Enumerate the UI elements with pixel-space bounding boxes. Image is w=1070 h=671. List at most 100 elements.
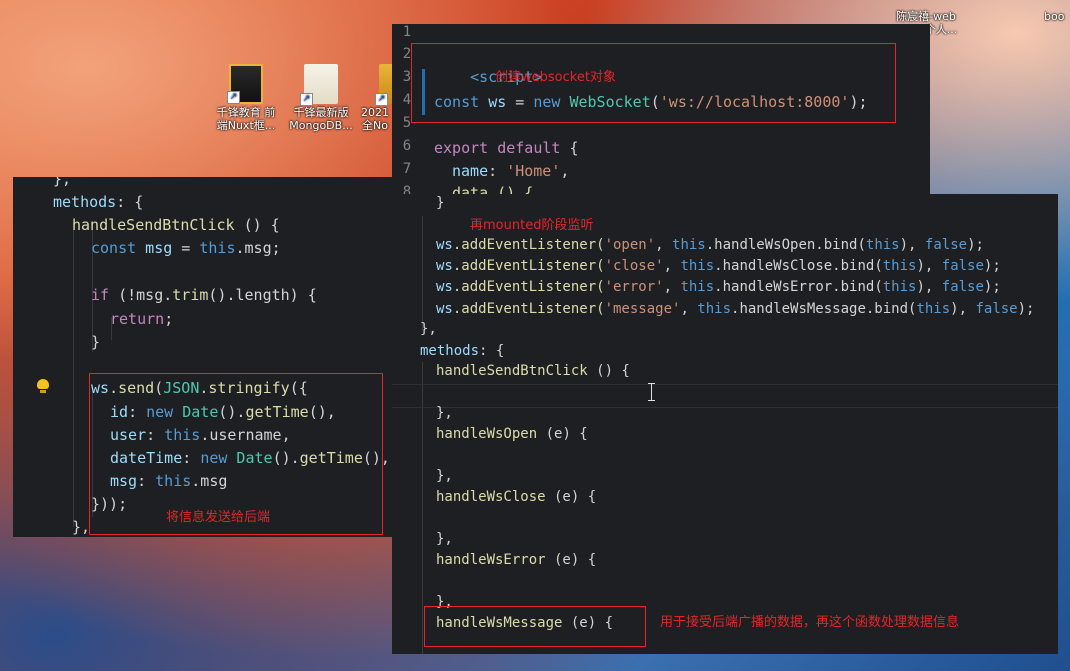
code-token: handleWsClose [436, 489, 546, 505]
code-token: } [91, 333, 101, 351]
code-line: handleWsClose (e) { [436, 486, 596, 508]
desktop-icon-boo[interactable]: boo [1044, 10, 1070, 23]
code-token: .addEventListener( [452, 301, 605, 317]
code-line: handleWsOpen (e) { [436, 423, 588, 445]
line-number: 1 [402, 24, 412, 40]
code-token: ().length) { [208, 286, 317, 304]
code-token: ); [983, 279, 1001, 295]
code-token: methods [420, 343, 480, 359]
code-line: name: 'Home', [452, 160, 569, 182]
desktop-icon-label: boo [1044, 10, 1065, 23]
code-line: data () { [452, 182, 533, 194]
code-token: () { [234, 216, 280, 234]
code-token: this [680, 279, 715, 295]
code-editor-right[interactable]: } ws.addEventListener('open', this.handl… [392, 194, 1058, 654]
code-token: this [865, 237, 900, 253]
code-token: this [882, 279, 917, 295]
annotation-message: 用于接受后端广播的数据，再这个函数处理数据信息 [660, 615, 960, 630]
code-token: this [199, 239, 236, 257]
shortcut-arrow-icon: ↗ [375, 93, 388, 106]
code-token: ws [436, 237, 453, 253]
code-line: ws.addEventListener('close', this.handle… [436, 255, 1001, 277]
code-token: 'open' [604, 237, 656, 253]
code-token: msg [136, 239, 173, 257]
code-token: .addEventListener( [452, 258, 605, 274]
code-token: }, [72, 518, 91, 536]
code-token: const [91, 239, 137, 257]
code-token: .addEventListener( [452, 279, 605, 295]
code-token: handleWsError [436, 552, 546, 568]
code-token: { [560, 139, 579, 157]
code-line: } [91, 331, 100, 353]
code-line: export default { [434, 137, 579, 159]
code-token: false [924, 237, 968, 253]
code-token: this [672, 237, 706, 253]
desktop-icon-label: 全No [362, 119, 388, 132]
code-token: ; [164, 310, 174, 328]
annotation-send: 将信息发送给后端 [166, 510, 271, 525]
code-token: , [680, 301, 698, 317]
desktop-icon-label: MongoDB... [289, 119, 353, 132]
code-token: handleSendBtnClick [72, 216, 235, 234]
text-cursor-icon [648, 382, 656, 402]
code-line: } [436, 194, 444, 214]
code-token: data () { [452, 184, 534, 194]
indent-guide [73, 222, 74, 527]
code-line: }, [436, 465, 453, 487]
code-token: handleWsOpen [436, 426, 538, 442]
annotation-create-ws: 创建websocket对象 [495, 70, 616, 85]
code-line: }, [53, 177, 71, 190]
code-token: return [110, 310, 165, 328]
code-line: }, [436, 528, 453, 550]
code-token: ), [899, 237, 925, 253]
code-token: ); [967, 237, 984, 253]
shortcut-arrow-icon: ↗ [227, 91, 240, 104]
code-token: this [916, 301, 951, 317]
shortcut-arrow-icon: ↗ [300, 93, 313, 106]
code-token: () { [587, 363, 630, 379]
code-token: : { [479, 343, 505, 359]
code-line: }, [72, 516, 90, 537]
code-line: const msg = this.msg; [91, 237, 281, 259]
code-token: 'error' [604, 279, 664, 295]
code-token: false [941, 258, 984, 274]
code-token: (e) { [537, 426, 588, 442]
code-token: ), [950, 301, 976, 317]
code-token: false [941, 279, 984, 295]
code-token: }, [436, 468, 453, 484]
code-token: .handleWsClose.bind( [714, 258, 883, 274]
code-token: ws [436, 279, 453, 295]
code-token: 'message' [604, 301, 681, 317]
code-token: .handleWsError.bind( [714, 279, 883, 295]
code-token: (e) { [545, 489, 597, 505]
code-token: ws [436, 258, 453, 274]
desktop-icon-label: 千锋最新版 [293, 106, 349, 119]
desktop-icon-qianfeng-nuxt[interactable]: ↗ 千锋教育 前 端Nuxt框... [208, 64, 284, 132]
code-line: ws.addEventListener('message', this.hand… [436, 298, 1034, 320]
desktop-icon-label: 陈宸禧-web [896, 10, 956, 23]
code-token: if [91, 286, 110, 304]
lightbulb-icon[interactable] [37, 379, 49, 393]
code-token: name [452, 162, 489, 180]
code-line: handleSendBtnClick () { [436, 360, 630, 382]
code-token: methods [53, 193, 117, 211]
line-number: 6 [402, 138, 412, 154]
code-token: ws [436, 301, 453, 317]
code-token: ), [916, 258, 942, 274]
code-token: ); [983, 258, 1001, 274]
code-line: }, [436, 402, 453, 424]
code-token: ), [916, 279, 942, 295]
code-token: trim [172, 286, 209, 304]
desktop-icon-qianfeng-mongodb[interactable]: ↗ 千锋最新版 MongoDB... [283, 64, 359, 132]
code-token: this [697, 301, 732, 317]
code-token: .addEventListener( [452, 237, 605, 253]
indent-guide [422, 216, 423, 331]
folder-icon: ↗ [227, 64, 263, 104]
code-token: this [680, 258, 715, 274]
code-token: : { [116, 193, 144, 211]
code-token: }, [420, 321, 437, 337]
code-token: ); [1017, 301, 1035, 317]
desktop-icon-label: 千锋教育 前 [216, 106, 276, 119]
desktop-icon-2021[interactable]: ↗ 2021 全No [355, 64, 397, 132]
code-token: (e) { [545, 552, 597, 568]
